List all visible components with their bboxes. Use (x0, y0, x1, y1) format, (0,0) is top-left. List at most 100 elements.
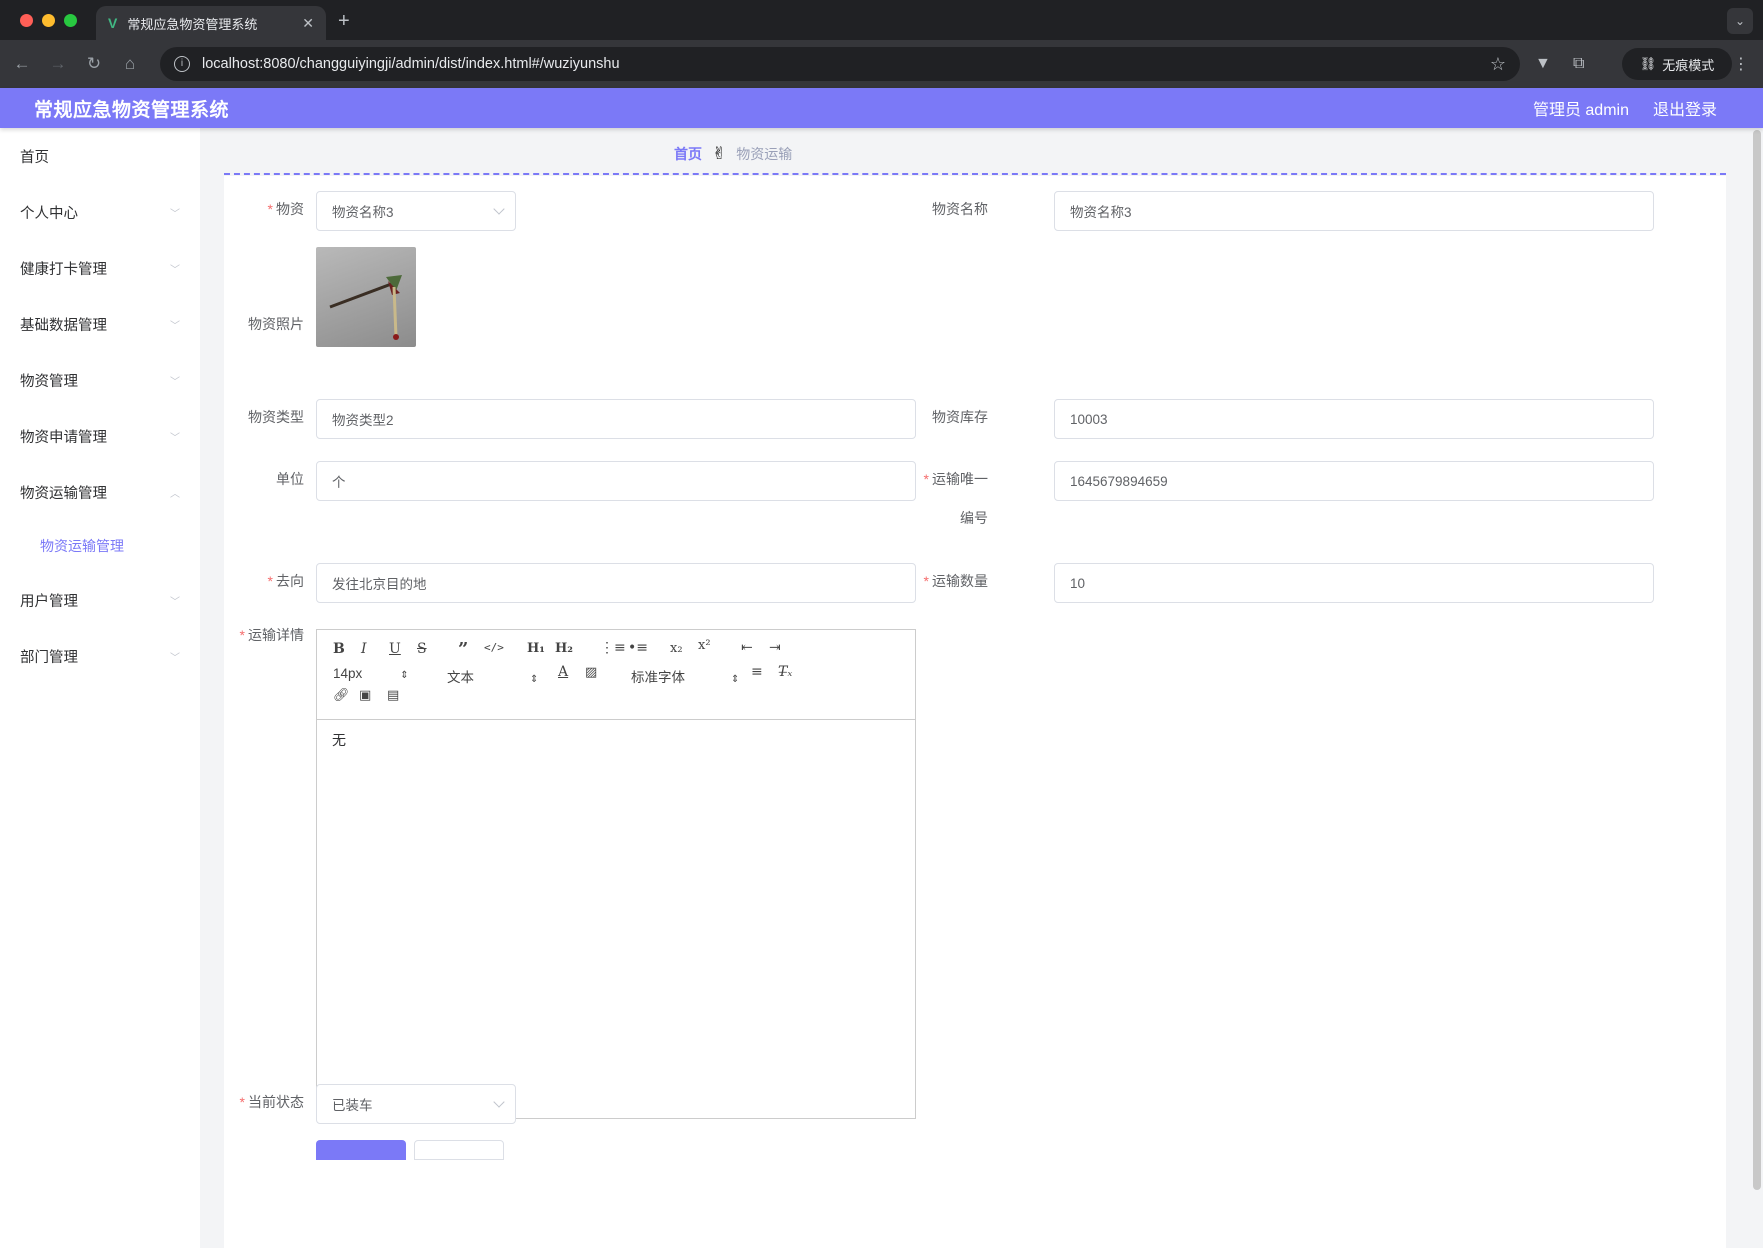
heading-select[interactable]: 文本 ⇕ (447, 666, 538, 686)
sidebar-item-label: 物资运输管理 (20, 485, 107, 502)
sidebar-item-departments[interactable]: 部门管理 ﹀ (0, 628, 200, 684)
transport-no-label: * 运输唯一 (923, 471, 988, 487)
sidebar-item-health-checkin[interactable]: 健康打卡管理 ﹀ (0, 240, 200, 296)
tab-search-icon[interactable]: ⌄ (1727, 8, 1753, 34)
background-color-icon[interactable]: ▨ (585, 665, 597, 680)
maximize-window-button[interactable] (64, 14, 77, 27)
bullet-list-icon[interactable]: •≡ (628, 640, 648, 656)
underline-icon[interactable]: U (389, 641, 401, 657)
sidebar-item-transport[interactable]: 物资运输管理 ︿ (0, 464, 200, 520)
subscript-icon[interactable]: x₂ (670, 641, 683, 656)
unit-input[interactable]: 个 (316, 461, 916, 501)
sidebar-subitem-transport-management[interactable]: 物资运输管理 (0, 520, 200, 572)
details-label: * 运输详情 (239, 627, 304, 643)
close-window-button[interactable] (20, 14, 33, 27)
wuzi-select-value: 物资名称3 (332, 205, 394, 220)
chevron-down-icon (493, 203, 505, 215)
wuzi-type-input[interactable]: 物资类型2 (316, 399, 916, 439)
font-size-select[interactable]: 14px ⇕ (333, 666, 409, 681)
chevron-down-icon (493, 1096, 505, 1108)
sidebar-item-label: 物资申请管理 (20, 429, 107, 446)
strikethrough-icon[interactable]: S (417, 641, 427, 657)
align-left-icon[interactable]: ≡ (751, 664, 763, 680)
quantity-label: * 运输数量 (923, 573, 988, 589)
select-arrows-icon: ⇕ (400, 670, 409, 681)
new-tab-icon[interactable]: + (338, 10, 350, 33)
bookmark-star-icon[interactable]: ☆ (1490, 54, 1506, 75)
reload-icon[interactable]: ↻ (80, 54, 108, 74)
bold-icon[interactable]: B (333, 641, 345, 657)
outdent-icon[interactable]: ⇤ (741, 640, 753, 656)
indent-icon[interactable]: ⇥ (769, 640, 781, 656)
back-icon[interactable]: ← (8, 54, 36, 74)
status-select[interactable]: 已装车 (316, 1084, 516, 1124)
minimize-window-button[interactable] (42, 14, 55, 27)
editor-content[interactable]: 无 (317, 720, 915, 760)
font-family-select[interactable]: 标准字体 ⇕ (631, 666, 739, 686)
transport-no-input[interactable]: 1645679894659 (1054, 461, 1654, 501)
breadcrumb-home-link[interactable]: 首页 (674, 144, 702, 164)
extensions-puzzle-icon[interactable]: ⧉ (1573, 55, 1584, 73)
video-icon[interactable]: ▤ (387, 688, 399, 703)
window-controls (20, 14, 77, 27)
sidebar-item-label: 基础数据管理 (20, 317, 107, 334)
wuzi-name-value: 物资名称3 (1070, 205, 1132, 220)
heading1-icon[interactable]: H₁ (527, 641, 545, 656)
sidebar-item-supply-requests[interactable]: 物资申请管理 ﹀ (0, 408, 200, 464)
main-content: 首页 ✌ 物资运输 * 物资 物资名称3 物资名称 物资名称3 物资照片 物资类… (200, 128, 1763, 1248)
browser-tab[interactable]: V 常规应急物资管理系统 ✕ (96, 6, 326, 40)
sidebar: 首页 个人中心 ﹀ 健康打卡管理 ﹀ 基础数据管理 ﹀ 物资管理 ﹀ 物资申请管理 ﹀ 物… (0, 128, 200, 1248)
status-select-value: 已装车 (332, 1098, 373, 1113)
transport-no-value: 1645679894659 (1070, 473, 1168, 489)
browser-menu-icon[interactable]: ⋮ (1733, 54, 1749, 74)
wuzi-type-value: 物资类型2 (332, 413, 394, 428)
close-tab-icon[interactable]: ✕ (302, 15, 314, 32)
forward-icon[interactable]: → (44, 54, 72, 74)
sidebar-item-label: 首页 (20, 149, 49, 166)
destination-input[interactable]: 发往北京目的地 (316, 563, 916, 603)
image-icon[interactable]: ▣ (359, 688, 371, 703)
vuetools-extension-icon[interactable]: ▼ (1535, 55, 1551, 73)
code-block-icon[interactable]: </> (484, 641, 504, 654)
font-color-icon[interactable]: A (558, 664, 568, 680)
page-scrollbar[interactable] (1753, 130, 1761, 1190)
chevron-down-icon: ﹀ (170, 208, 180, 220)
site-info-icon[interactable]: i (174, 56, 190, 72)
sidebar-item-label: 个人中心 (20, 205, 78, 222)
clear-format-icon[interactable]: T̶ₓ (778, 664, 792, 680)
superscript-icon[interactable]: x² (698, 638, 711, 653)
tab-title: 常规应急物资管理系统 (127, 16, 258, 32)
sidebar-item-base-data[interactable]: 基础数据管理 ﹀ (0, 296, 200, 352)
browser-tab-strip: V 常规应急物资管理系统 ✕ + ⌄ (0, 0, 1763, 40)
sidebar-item-home[interactable]: 首页 (0, 128, 200, 184)
wuzi-name-input[interactable]: 物资名称3 (1054, 191, 1654, 231)
quantity-input[interactable]: 10 (1054, 563, 1654, 603)
browser-toolbar: ← → ↻ ⌂ i localhost:8080/changguiyingji/… (0, 40, 1763, 88)
link-icon[interactable]: 🔗︎ (333, 688, 350, 703)
wuzi-photo-image[interactable] (316, 247, 416, 347)
ordered-list-icon[interactable]: ⋮≡ (600, 640, 626, 656)
incognito-indicator[interactable]: ⛓ 无痕模式 (1622, 48, 1732, 80)
wuzi-stock-input[interactable]: 10003 (1054, 399, 1654, 439)
sidebar-item-personal-center[interactable]: 个人中心 ﹀ (0, 184, 200, 240)
sidebar-item-users[interactable]: 用户管理 ﹀ (0, 572, 200, 628)
sidebar-item-label: 物资管理 (20, 373, 78, 390)
cancel-button[interactable] (414, 1140, 504, 1160)
wuzi-label: * 物资 (267, 201, 304, 217)
incognito-icon: ⛓ (1639, 56, 1657, 71)
home-icon[interactable]: ⌂ (116, 54, 144, 74)
sidebar-item-label: 部门管理 (20, 649, 78, 666)
address-bar[interactable]: i localhost:8080/changguiyingji/admin/di… (160, 47, 1520, 81)
blockquote-icon[interactable]: ” (458, 639, 468, 660)
italic-icon[interactable]: I (361, 641, 367, 657)
wuzi-stock-value: 10003 (1070, 411, 1108, 427)
chevron-down-icon: ﹀ (170, 320, 180, 332)
logout-button[interactable]: 退出登录 (1653, 96, 1717, 120)
sidebar-item-supplies[interactable]: 物资管理 ﹀ (0, 352, 200, 408)
vue-favicon-icon: V (108, 15, 118, 31)
url-text: localhost:8080/changguiyingji/admin/dist… (202, 56, 620, 72)
submit-button[interactable] (316, 1140, 406, 1160)
wuzi-select[interactable]: 物资名称3 (316, 191, 516, 231)
status-label: * 当前状态 (239, 1094, 304, 1110)
heading2-icon[interactable]: H₂ (555, 641, 573, 656)
